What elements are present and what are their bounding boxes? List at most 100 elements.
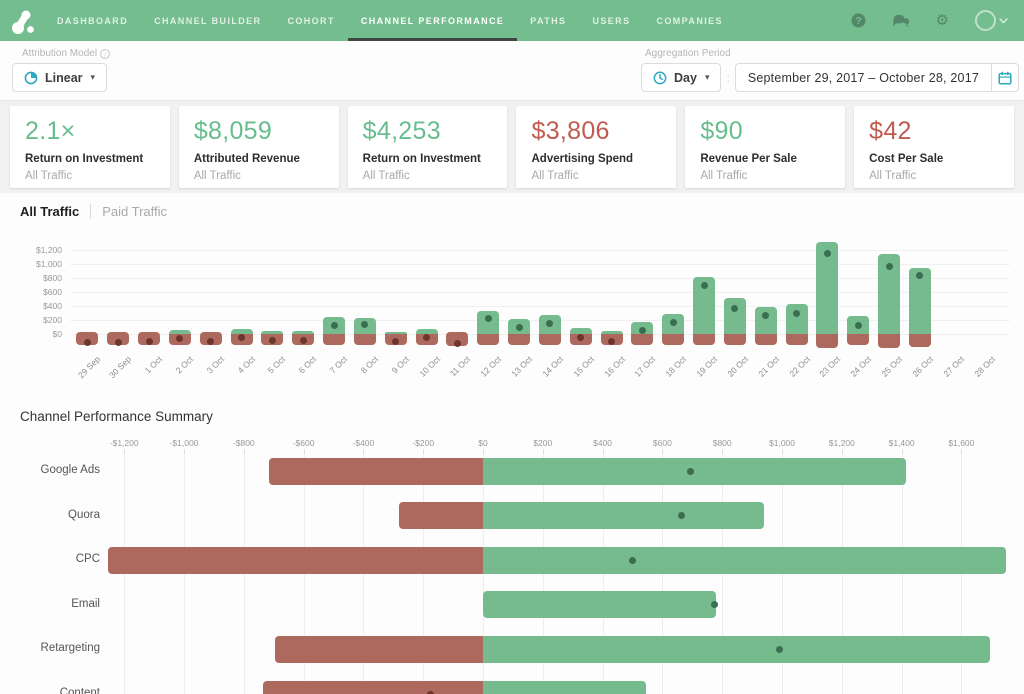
daily-bar-revenue[interactable] <box>724 298 746 334</box>
channel-bar-revenue[interactable] <box>483 636 990 663</box>
axis-tick <box>423 449 424 454</box>
nav-item-channel-performance[interactable]: CHANNEL PERFORMANCE <box>348 0 517 41</box>
tab-all-traffic[interactable]: All Traffic <box>20 204 79 219</box>
gear-icon[interactable]: ⚙ <box>936 13 949 28</box>
axis-tick <box>244 449 245 454</box>
aggregation-period-select[interactable]: Day ▾ <box>641 63 721 92</box>
channel-label-cpc: CPC <box>0 553 100 565</box>
kpi-card-advertising-spend: $3,806Advertising SpendAll Traffic <box>516 106 676 188</box>
net-dot <box>300 337 307 344</box>
channel-bar-revenue[interactable] <box>483 591 716 618</box>
channel-bar-revenue[interactable] <box>483 458 906 485</box>
kpi-value: $8,059 <box>194 117 324 146</box>
daily-bar-spend[interactable] <box>847 334 869 345</box>
net-dot <box>331 322 338 329</box>
gridline <box>70 278 1010 279</box>
axis-tick <box>961 449 962 454</box>
daily-bar-spend[interactable] <box>539 334 561 345</box>
calendar-icon[interactable] <box>991 64 1018 91</box>
daily-bar-spend[interactable] <box>816 334 838 348</box>
nav-item-paths[interactable]: PATHS <box>517 0 579 41</box>
nav-item-cohort[interactable]: COHORT <box>274 0 347 41</box>
info-icon: i <box>100 49 110 59</box>
kpi-card-return-on-investment: 2.1×Return on InvestmentAll Traffic <box>10 106 170 188</box>
daily-bar-spend[interactable] <box>477 334 499 345</box>
daily-bar-spend[interactable] <box>323 334 345 345</box>
channel-label-google-ads: Google Ads <box>0 464 100 476</box>
kpi-label: Revenue Per Sale <box>700 153 830 165</box>
summary-title: Channel Performance Summary <box>20 409 213 424</box>
channel-bar-spend[interactable] <box>263 681 483 694</box>
svg-text:i: i <box>104 51 106 58</box>
help-icon[interactable]: ? <box>851 13 866 28</box>
daily-bar-revenue[interactable] <box>477 311 499 334</box>
y-axis-tick-label: $800 <box>18 273 62 283</box>
x-axis-tick-label: $1,400 <box>872 438 932 448</box>
nav-item-companies[interactable]: COMPANIES <box>643 0 735 41</box>
nav-item-users[interactable]: USERS <box>579 0 643 41</box>
channel-label-retargeting: Retargeting <box>0 642 100 654</box>
kpi-card-attributed-revenue: $8,059Attributed RevenueAll Traffic <box>179 106 339 188</box>
daily-bar-spend[interactable] <box>693 334 715 345</box>
date-range-input[interactable]: September 29, 2017 – October 28, 2017 <box>735 63 1019 92</box>
net-dot <box>776 646 783 653</box>
nav-item-channel-builder[interactable]: CHANNEL BUILDER <box>141 0 274 41</box>
daily-bar-spend[interactable] <box>724 334 746 345</box>
net-dot <box>824 250 831 257</box>
x-axis-tick-label: $800 <box>692 438 752 448</box>
axis-tick <box>842 449 843 454</box>
tab-paid-traffic[interactable]: Paid Traffic <box>102 204 167 219</box>
x-axis-tick-label: -$1,000 <box>154 438 214 448</box>
channel-bar-spend[interactable] <box>269 458 483 485</box>
daily-bar-spend[interactable] <box>631 334 653 345</box>
kpi-value: $42 <box>869 117 999 146</box>
attribution-model-label: Attribution Model <box>22 48 97 59</box>
axis-tick <box>363 449 364 454</box>
channel-bar-spend[interactable] <box>108 547 483 574</box>
net-dot <box>793 310 800 317</box>
axis-tick <box>184 449 185 454</box>
attribution-model-select[interactable]: Linear ▾ <box>12 63 107 92</box>
x-axis-tick-label: -$1,200 <box>94 438 154 448</box>
daily-bar-spend[interactable] <box>878 334 900 348</box>
daily-bar-revenue[interactable] <box>755 307 777 334</box>
app-logo[interactable] <box>0 0 44 41</box>
channel-performance-page: DASHBOARDCHANNEL BUILDERCOHORTCHANNEL PE… <box>0 0 1024 694</box>
daily-bar-spend[interactable] <box>786 334 808 345</box>
daily-bar-revenue[interactable] <box>786 304 808 334</box>
filter-toolbar: Attribution Model i Linear ▾ Aggregation… <box>0 41 1024 101</box>
net-dot <box>886 263 893 270</box>
daily-bar-spend[interactable] <box>909 334 931 347</box>
daily-bar-spend[interactable] <box>354 334 376 345</box>
kpi-value: $3,806 <box>531 117 661 146</box>
avatar <box>975 10 996 31</box>
kpi-card-cost-per-sale: $42Cost Per SaleAll Traffic <box>854 106 1014 188</box>
daily-bar-spend[interactable] <box>662 334 684 345</box>
channel-label-quora: Quora <box>0 509 100 521</box>
attribution-model-value: Linear <box>45 71 83 85</box>
daily-bar-spend[interactable] <box>755 334 777 345</box>
channel-bar-revenue[interactable] <box>483 547 1006 574</box>
x-axis-tick-label: $400 <box>573 438 633 448</box>
channel-bar-spend[interactable] <box>399 502 483 529</box>
channel-bar-revenue[interactable] <box>483 502 764 529</box>
kpi-label: Advertising Spend <box>531 153 661 165</box>
axis-tick <box>483 449 484 454</box>
chat-icon[interactable] <box>892 14 910 28</box>
channel-bar-spend[interactable] <box>275 636 483 663</box>
kpi-card-return-on-investment: $4,253Return on InvestmentAll Traffic <box>348 106 508 188</box>
gridline <box>70 306 1010 307</box>
net-dot <box>454 340 461 347</box>
nav-menu: DASHBOARDCHANNEL BUILDERCOHORTCHANNEL PE… <box>44 0 736 41</box>
channel-bar-revenue[interactable] <box>483 681 646 694</box>
nav-right: ? ⚙ <box>851 0 1024 41</box>
nav-item-dashboard[interactable]: DASHBOARD <box>44 0 141 41</box>
kpi-cards: 2.1×Return on InvestmentAll Traffic $8,05… <box>0 101 1024 193</box>
net-dot <box>115 339 122 346</box>
daily-bar-spend[interactable] <box>508 334 530 345</box>
gridline <box>244 455 245 694</box>
user-menu[interactable] <box>975 10 1008 31</box>
net-dot <box>516 324 523 331</box>
pie-chart-icon <box>24 71 38 85</box>
kpi-label: Attributed Revenue <box>194 153 324 165</box>
